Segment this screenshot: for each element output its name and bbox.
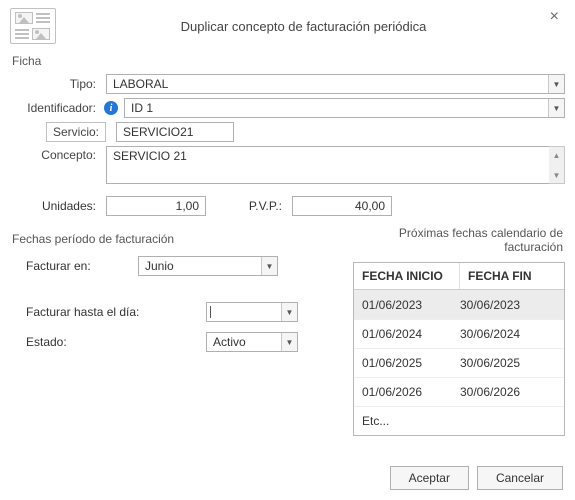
chevron-down-icon[interactable]: ▼ (548, 75, 564, 93)
concepto-label: Concepto: (10, 146, 106, 162)
cell-fin: 30/06/2026 (460, 385, 556, 399)
estado-value: Activo (207, 333, 281, 351)
facturar-hasta-label: Facturar hasta el día: (10, 305, 160, 319)
dialog-title: Duplicar concepto de facturación periódi… (66, 19, 565, 34)
tipo-combo[interactable]: LABORAL ▼ (106, 74, 565, 94)
estado-combo[interactable]: Activo ▼ (206, 332, 298, 352)
concepto-scrollbar[interactable]: ▲ ▼ (549, 146, 565, 184)
identificador-label: Identificador: (27, 101, 96, 115)
facturar-hasta-value (210, 306, 281, 318)
cell-inicio: 01/06/2024 (362, 327, 460, 341)
unidades-field[interactable]: 1,00 (106, 196, 206, 216)
tipo-label: Tipo: (10, 77, 106, 91)
tipo-value: LABORAL (107, 75, 548, 93)
estado-label: Estado: (10, 335, 138, 349)
identificador-label-wrap: Identificador: (10, 101, 106, 115)
concepto-textarea[interactable]: SERVICIO 21 (106, 146, 549, 184)
col-fecha-fin[interactable]: FECHA FIN (460, 263, 564, 289)
info-icon[interactable]: i (104, 101, 118, 115)
chevron-down-icon[interactable]: ▼ (281, 303, 297, 321)
cell-inicio: 01/06/2026 (362, 385, 460, 399)
dates-grid: FECHA INICIO FECHA FIN 01/06/2023 30/06/… (353, 262, 565, 436)
table-row[interactable]: 01/06/2024 30/06/2024 (354, 319, 564, 348)
facturar-en-label: Facturar en: (10, 259, 138, 273)
chevron-down-icon[interactable]: ▼ (281, 333, 297, 351)
cell-inicio: 01/06/2023 (362, 298, 460, 312)
unidades-label: Unidades: (10, 199, 106, 213)
identificador-combo[interactable]: ID 1 ▼ (124, 98, 565, 118)
table-row[interactable]: 01/06/2023 30/06/2023 (354, 290, 564, 319)
facturar-en-value: Junio (139, 257, 261, 275)
etc-row: Etc... (354, 406, 564, 435)
titlebar: Duplicar concepto de facturación periódi… (10, 8, 565, 44)
footer: Aceptar Cancelar (390, 466, 563, 490)
aceptar-button[interactable]: Aceptar (390, 466, 469, 490)
servicio-label-box[interactable]: Servicio: (46, 122, 106, 142)
chevron-down-icon[interactable]: ▼ (261, 257, 277, 275)
cell-fin: 30/06/2024 (460, 327, 556, 341)
servicio-field[interactable]: SERVICIO21 (116, 122, 234, 142)
section-ficha-label: Ficha (12, 54, 565, 68)
table-row[interactable]: 01/06/2026 30/06/2026 (354, 377, 564, 406)
scroll-down-icon[interactable]: ▼ (549, 167, 564, 183)
col-fecha-inicio[interactable]: FECHA INICIO (354, 263, 460, 289)
chevron-down-icon[interactable]: ▼ (548, 99, 564, 117)
cell-inicio: 01/06/2025 (362, 356, 460, 370)
facturar-en-combo[interactable]: Junio ▼ (138, 256, 278, 276)
dialog: Duplicar concepto de facturación periódi… (0, 0, 575, 500)
app-logo-icon (10, 8, 56, 44)
pvp-label: P.V.P.: (226, 199, 292, 213)
cell-fin: 30/06/2023 (460, 298, 556, 312)
facturar-hasta-date[interactable]: ▼ (206, 302, 298, 322)
section-proximas-label: Próximas fechas calendario de facturació… (340, 226, 565, 254)
grid-header: FECHA INICIO FECHA FIN (354, 263, 564, 290)
identificador-value: ID 1 (125, 99, 548, 117)
close-button[interactable]: × (544, 6, 565, 28)
section-periodo-label: Fechas período de facturación (12, 232, 340, 246)
pvp-field[interactable]: 40,00 (292, 196, 392, 216)
cancelar-button[interactable]: Cancelar (477, 466, 563, 490)
scroll-up-icon[interactable]: ▲ (549, 147, 564, 163)
table-row[interactable]: 01/06/2025 30/06/2025 (354, 348, 564, 377)
cell-fin: 30/06/2025 (460, 356, 556, 370)
